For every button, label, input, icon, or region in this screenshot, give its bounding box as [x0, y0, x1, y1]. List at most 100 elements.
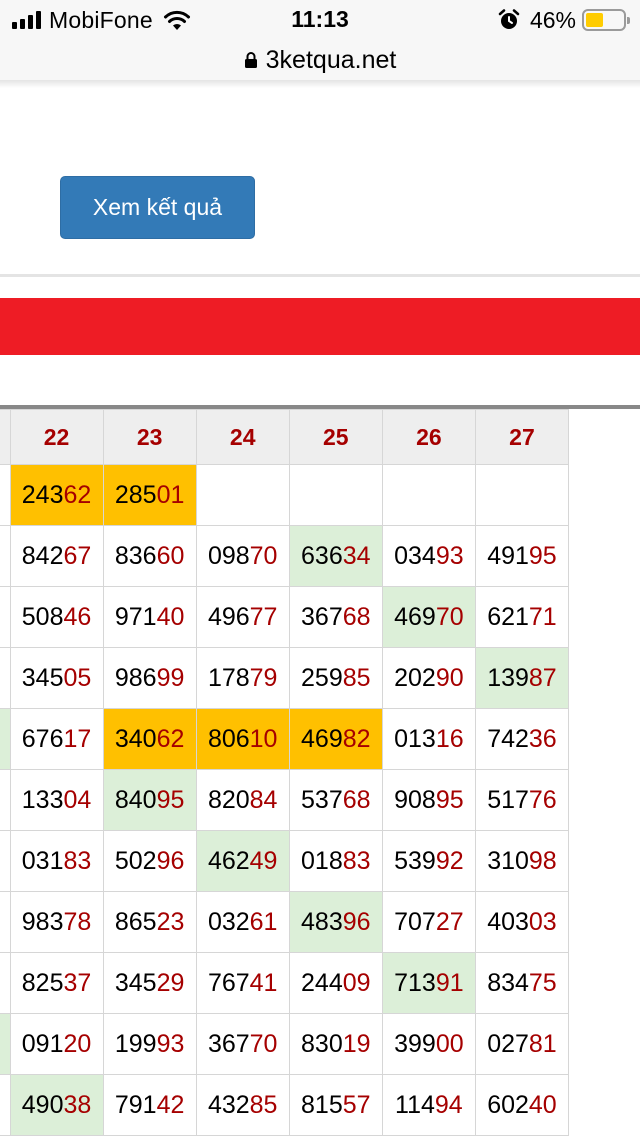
result-number-tail: 95 — [156, 785, 185, 814]
result-cell: 82084 — [195, 769, 290, 831]
result-number-head: 462 — [207, 846, 250, 875]
result-number-tail: 76 — [528, 785, 557, 814]
result-number-head: 791 — [114, 1090, 157, 1119]
result-cell: 34 — [0, 525, 11, 587]
result-number-head: 367 — [207, 1029, 250, 1058]
battery-percent: 46% — [529, 6, 576, 33]
result-number-tail: 98 — [528, 846, 557, 875]
result-cell: 49677 — [195, 586, 290, 648]
result-cell: 83660 — [102, 525, 197, 587]
url-text: 3ketqua.net — [265, 45, 397, 74]
result-number-head: 490 — [21, 1090, 64, 1119]
table-row: 36133048409582084537689089551776 — [0, 769, 570, 831]
result-number-tail: 49 — [249, 846, 278, 875]
result-cell: 25985 — [288, 647, 383, 709]
table-header-row: 22 23 24 25 26 27 — [0, 409, 570, 465]
result-number-head: 602 — [487, 1090, 529, 1119]
result-number-tail: 94 — [434, 1090, 463, 1119]
result-cell — [195, 464, 290, 526]
result-number-head: 983 — [21, 907, 64, 936]
result-cell: 31098 — [474, 830, 570, 892]
result-cell: 96 — [0, 464, 11, 526]
result-number-tail: 01 — [156, 480, 185, 509]
result-cell: 02781 — [474, 1013, 570, 1075]
result-number-head: 345 — [114, 968, 157, 997]
result-number-head: 707 — [394, 907, 436, 936]
result-cell: 90895 — [381, 769, 476, 831]
address-bar[interactable]: 3ketqua.net — [0, 40, 640, 80]
result-cell: 20290 — [381, 647, 476, 709]
result-cell — [288, 464, 383, 526]
result-cell: 28501 — [102, 464, 197, 526]
table-row: 962436228501 — [0, 464, 570, 526]
result-number-tail: 41 — [249, 968, 278, 997]
result-number-tail: 68 — [342, 785, 371, 814]
result-cell: 51776 — [474, 769, 570, 831]
result-number-tail: 27 — [435, 907, 464, 936]
result-number-tail: 16 — [435, 724, 464, 753]
result-cell: 13987 — [474, 647, 570, 709]
result-cell: 97140 — [102, 586, 197, 648]
result-number-head: 139 — [487, 663, 529, 692]
result-cell: 67617 — [9, 708, 104, 770]
result-number-head: 310 — [487, 846, 529, 875]
result-cell: 50846 — [9, 586, 104, 648]
result-number-tail: 10 — [249, 724, 278, 753]
result-number-head: 806 — [207, 724, 250, 753]
column-header: 26 — [381, 409, 476, 465]
result-number-tail: 96 — [156, 846, 185, 875]
result-cell: 46982 — [288, 708, 383, 770]
result-number-tail: 67 — [63, 541, 92, 570]
result-cell: 82537 — [9, 952, 104, 1014]
result-number-tail: 93 — [435, 541, 464, 570]
result-number-head: 508 — [21, 602, 64, 631]
result-number-tail: 34 — [342, 541, 371, 570]
result-number-tail: 23 — [156, 907, 185, 936]
result-number-tail: 82 — [342, 724, 371, 753]
table-row: 27676173406280610469820131674236 — [0, 708, 570, 770]
result-number-head: 034 — [394, 541, 436, 570]
column-header: 24 — [195, 409, 290, 465]
result-number-tail: 57 — [342, 1090, 371, 1119]
result-number-tail: 38 — [63, 1090, 92, 1119]
result-number-head: 836 — [114, 541, 157, 570]
result-number-tail: 70 — [249, 1029, 278, 1058]
result-cell: 01316 — [381, 708, 476, 770]
result-number-tail: 92 — [435, 846, 464, 875]
result-number-tail: 99 — [156, 663, 185, 692]
result-number-head: 986 — [114, 663, 157, 692]
results-table-viewport[interactable]: 222324252627 962436228501348426783660098… — [0, 409, 640, 1136]
column-header: 22 — [9, 409, 104, 465]
result-number-tail: 93 — [156, 1029, 185, 1058]
result-number-head: 483 — [301, 907, 343, 936]
section-divider — [0, 274, 640, 277]
result-number-tail: 77 — [249, 602, 278, 631]
result-cell: 34062 — [102, 708, 197, 770]
view-results-button[interactable]: Xem kết quả — [60, 176, 255, 239]
result-number-head: 767 — [207, 968, 250, 997]
result-cell: 49195 — [474, 525, 570, 587]
result-number-tail: 09 — [342, 968, 371, 997]
result-number-tail: 36 — [528, 724, 557, 753]
table-row: 71508469714049677367684697062171 — [0, 586, 570, 648]
result-cell: 53768 — [288, 769, 383, 831]
result-cell: 46249 — [195, 830, 290, 892]
result-cell: 03183 — [9, 830, 104, 892]
result-number-tail: 46 — [63, 602, 92, 631]
result-cell: 03261 — [195, 891, 290, 953]
result-cell: 36768 — [288, 586, 383, 648]
result-cell: 63634 — [288, 525, 383, 587]
result-cell: 97 — [0, 830, 11, 892]
result-number-tail: 04 — [63, 785, 92, 814]
battery-icon — [582, 9, 630, 31]
result-number-head: 259 — [301, 663, 343, 692]
result-cell — [381, 464, 476, 526]
result-number-tail: 83 — [342, 846, 371, 875]
column-header — [0, 409, 11, 465]
column-header: 25 — [288, 409, 383, 465]
table-row: 72983788652303261483967072740303 — [0, 891, 570, 953]
result-number-head: 971 — [114, 602, 157, 631]
result-number-head: 842 — [21, 541, 64, 570]
status-right: 46% — [498, 6, 630, 34]
result-number-head: 825 — [21, 968, 64, 997]
